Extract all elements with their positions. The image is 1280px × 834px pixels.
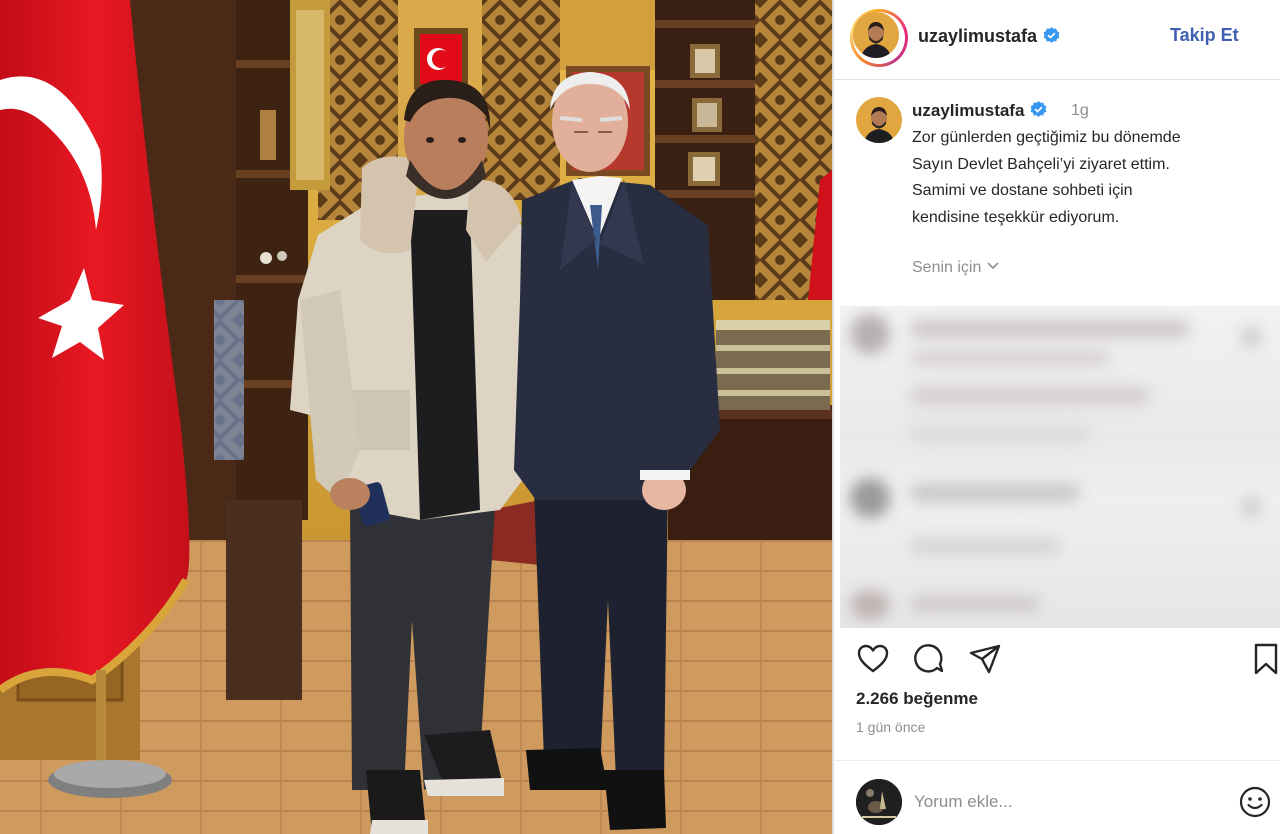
comment-bar bbox=[834, 760, 1280, 834]
comment-input[interactable] bbox=[914, 788, 1214, 816]
current-user-avatar bbox=[856, 779, 902, 825]
post-photo[interactable] bbox=[0, 0, 832, 834]
share-icon[interactable] bbox=[968, 642, 1002, 676]
caption-line: Sayın Devlet Bahçeli’yi ziyaret ettim. bbox=[912, 155, 1170, 173]
header-username[interactable]: uzaylimustafa bbox=[918, 26, 1060, 47]
profile-avatar[interactable] bbox=[850, 9, 908, 67]
caption-line: Samimi ve dostane sohbeti için bbox=[912, 182, 1133, 199]
for-you-label[interactable]: Senin için bbox=[912, 259, 981, 276]
caption-username[interactable]: uzaylimustafa bbox=[912, 101, 1047, 121]
heart-icon[interactable] bbox=[856, 642, 890, 676]
header-username-text[interactable]: uzaylimustafa bbox=[918, 26, 1037, 46]
bookmark-icon[interactable] bbox=[1252, 642, 1280, 676]
likes-count[interactable]: 2.266 beğenme bbox=[856, 689, 978, 709]
caption-text: Zor günlerden geçtiğimiz bu dönemde Sayı… bbox=[912, 125, 1262, 231]
for-you-toggle[interactable]: Senin için bbox=[912, 258, 999, 277]
emoji-icon[interactable] bbox=[1238, 785, 1272, 819]
caption-line: kendisine teşekkür ediyorum. bbox=[912, 208, 1120, 226]
caption-avatar[interactable] bbox=[856, 97, 902, 143]
action-bar bbox=[834, 636, 1280, 680]
post-sidebar: uzaylimustafa Takip Et uzaylimustafa 1g … bbox=[834, 0, 1280, 834]
verified-badge-icon bbox=[1043, 27, 1060, 43]
caption-timestamp[interactable]: 1g bbox=[1071, 102, 1089, 120]
caption-username-text[interactable]: uzaylimustafa bbox=[912, 101, 1024, 120]
chevron-down-icon bbox=[987, 258, 999, 270]
comment-icon[interactable] bbox=[912, 642, 946, 676]
follow-button[interactable]: Takip Et bbox=[1170, 25, 1239, 46]
verified-badge-icon bbox=[1031, 101, 1047, 117]
post-age[interactable]: 1 gün önce bbox=[856, 719, 925, 735]
post-header: uzaylimustafa Takip Et bbox=[834, 0, 1280, 80]
comments-blurred bbox=[840, 306, 1280, 628]
caption-line: Zor günlerden geçtiğimiz bu dönemde bbox=[912, 129, 1181, 146]
